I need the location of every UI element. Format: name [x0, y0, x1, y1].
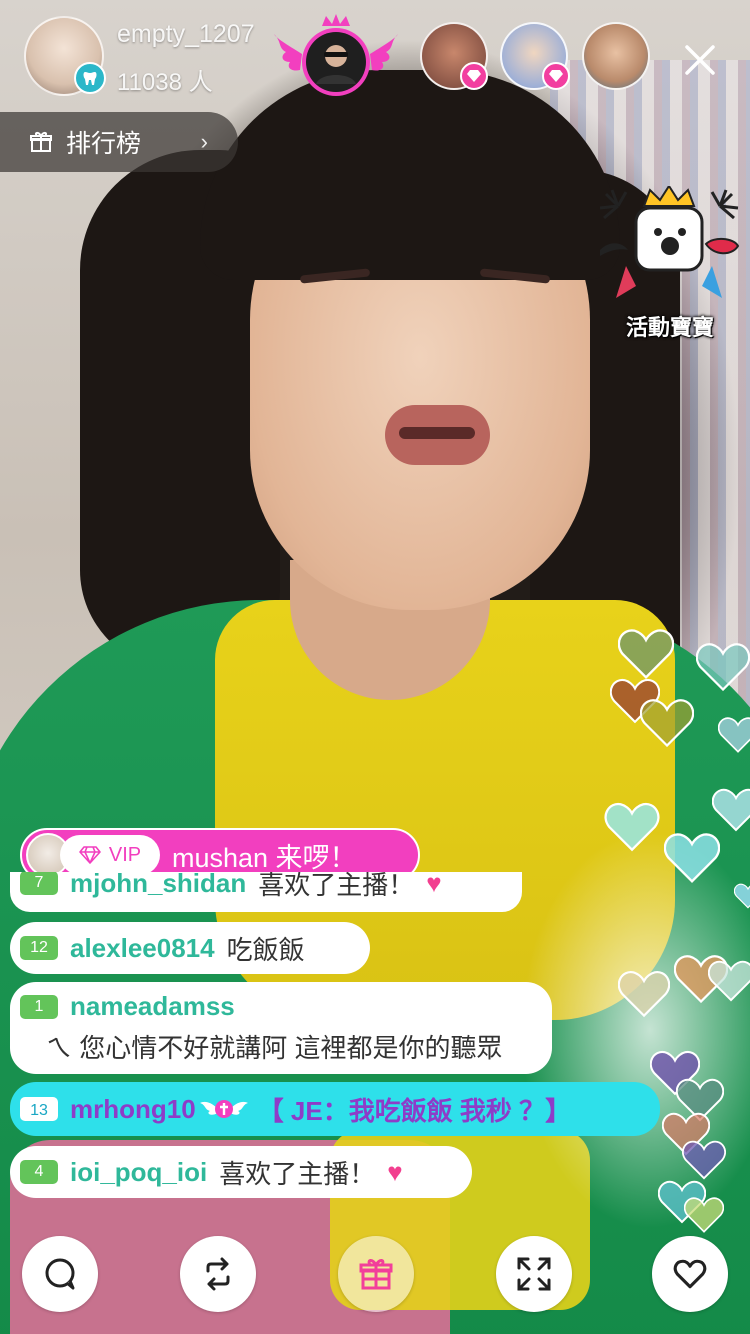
fullscreen-icon [517, 1257, 551, 1291]
repost-icon [206, 1257, 230, 1291]
floating-hearts [600, 620, 750, 1260]
chat-message: 4 ioi_poq_ioi 喜欢了主播！ ♥ [10, 1146, 472, 1198]
heart-icon [604, 802, 660, 852]
chat-button[interactable] [22, 1236, 98, 1312]
chat-message: 12 alexlee0814 吃飯飯 [10, 922, 370, 974]
close-button[interactable] [676, 36, 724, 84]
chat-text: 喜欢了主播！ [258, 872, 415, 900]
viewer-count: 11038 人 [117, 69, 213, 96]
heart-icon [673, 1259, 707, 1289]
event-mascot-button[interactable] [596, 186, 742, 304]
user-level-badge: 13 [20, 1097, 58, 1121]
diamond-badge-icon [460, 62, 488, 90]
heart-icon [718, 717, 750, 753]
heart-icon [618, 971, 670, 1018]
leaderboard-button[interactable]: 排行榜 › [0, 112, 238, 172]
gift-button[interactable] [338, 1236, 414, 1312]
chat-bubble-icon [45, 1258, 75, 1290]
chat-text: 喜欢了主播！ [219, 1158, 376, 1189]
heart-icon [664, 833, 720, 883]
heart-icon [640, 699, 694, 748]
user-level-badge: 1 [20, 994, 58, 1019]
heart-icon [712, 788, 750, 832]
chevron-right-icon: › [200, 129, 208, 154]
chat-username[interactable]: mjohn_shidan [70, 872, 246, 899]
event-mascot-label: 活動寶寶 [625, 315, 714, 340]
leaderboard-label: 排行榜 [66, 130, 142, 158]
diamond-icon [79, 846, 101, 864]
vip-tag: VIP [60, 835, 160, 875]
diamond-badge-icon [542, 62, 570, 90]
vip-tag-label: VIP [108, 843, 142, 866]
user-level-badge: 7 [20, 872, 58, 895]
heart-icon: ♥ [426, 872, 442, 898]
top-fan-avatar[interactable] [272, 14, 400, 100]
viewer-avatar[interactable] [582, 22, 650, 90]
chat-username[interactable]: nameadamss [70, 991, 235, 1022]
like-button[interactable] [652, 1236, 728, 1312]
chat-text: 【 JE：我吃飯飯 我秒 ？】 [257, 1095, 572, 1126]
heart-icon [684, 1197, 724, 1233]
fullscreen-button[interactable] [496, 1236, 572, 1312]
chat-message-highlighted: 13 mrhong10 【 JE：我吃飯飯 我秒 ？】 [10, 1082, 660, 1136]
heart-icon [618, 629, 674, 679]
chat-username[interactable]: ioi_poq_ioi [70, 1157, 207, 1188]
chat-message: 1 nameadamss ㄟ 您心情不好就講阿 這裡都是你的聽眾 [10, 982, 552, 1074]
chat-text: 吃飯飯 [226, 934, 305, 965]
gift-box-icon [30, 132, 52, 152]
streamer-lips [385, 405, 490, 465]
chat-text: ㄟ 您心情不好就講阿 這裡都是你的聽眾 [46, 1033, 503, 1063]
close-icon [685, 45, 715, 75]
gift-icon [359, 1259, 393, 1290]
chat-message: 7 mjohn_shidan 喜欢了主播！ ♥ [10, 872, 522, 912]
heart-icon [708, 960, 750, 1002]
user-level-badge: 12 [20, 936, 58, 960]
user-level-badge: 4 [20, 1160, 58, 1184]
heart-icon [696, 643, 750, 692]
chat-username[interactable]: mrhong10 [70, 1094, 196, 1125]
heart-icon: ♥ [387, 1156, 403, 1187]
vip-entry-text: mushan 来啰！ [172, 842, 357, 873]
heart-icon [682, 1140, 726, 1180]
host-name[interactable]: empty_1207 [117, 20, 255, 49]
winged-cross-icon [199, 1100, 248, 1118]
tooth-badge-icon [74, 62, 106, 94]
chat-username[interactable]: alexlee0814 [70, 933, 215, 964]
heart-icon [734, 883, 750, 909]
share-button[interactable] [180, 1236, 256, 1312]
